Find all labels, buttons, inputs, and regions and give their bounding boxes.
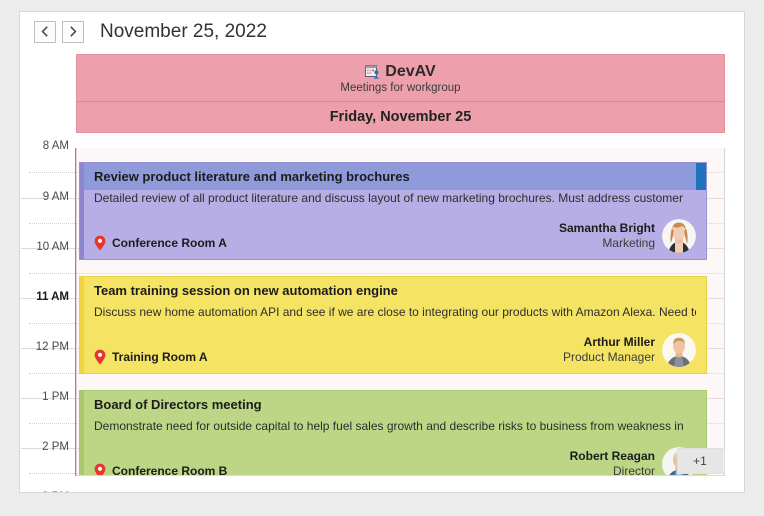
appointment-location-label: Conference Room A [112, 236, 227, 250]
avatar [662, 333, 696, 367]
time-ruler-label: 12 PM [35, 341, 69, 353]
day-column[interactable]: Review product literature and marketing … [76, 148, 725, 476]
appointment-block[interactable]: Team training session on new automation … [79, 276, 707, 374]
time-ruler-label: 8 AM [42, 140, 69, 152]
location-pin-icon [94, 349, 106, 365]
appointment-person-name: Arthur Miller [583, 335, 655, 349]
appointment-person-role: Director [612, 464, 655, 476]
appointment-location-label: Training Room A [112, 350, 208, 364]
appointment-resize-handle[interactable] [696, 163, 706, 190]
next-day-button[interactable] [62, 20, 84, 43]
appointment-location-label: Conference Room B [112, 464, 228, 476]
calendar-people-icon [365, 64, 380, 79]
appointment-person: Samantha Bright Marketing [559, 219, 696, 253]
appointment-person-text: Robert Reagan Director [569, 449, 655, 476]
appointment-person-role: Marketing [602, 236, 655, 250]
avatar [662, 219, 696, 253]
appointment-title: Team training session on new automation … [94, 283, 398, 298]
group-title: DevAV [385, 62, 436, 80]
appointment-person-name: Robert Reagan [569, 449, 655, 463]
appointment-body: Board of Directors meeting Demonstrate n… [84, 391, 706, 476]
time-ruler-label: 10 AM [36, 241, 69, 253]
appointment-block[interactable]: Review product literature and marketing … [79, 162, 707, 260]
appointment-body: Review product literature and marketing … [84, 163, 706, 259]
group-subtitle: Meetings for workgroup [340, 81, 461, 94]
appointment-location: Training Room A [94, 349, 208, 367]
appointment-footer: Conference Room B Robert Reagan Director [94, 447, 696, 476]
appointment-title: Board of Directors meeting [94, 397, 262, 412]
appointment-footer: Conference Room A Samantha Bright Market… [94, 219, 696, 253]
appointment-location: Conference Room A [94, 235, 227, 253]
appointment-person: Arthur Miller Product Manager [563, 333, 696, 367]
scheduler-header: DevAV Meetings for workgroup Friday, Nov… [76, 54, 725, 146]
appointment-description: Detailed review of all product literatur… [94, 191, 683, 205]
time-ruler-label: 11 AM [36, 291, 69, 303]
scheduler-view: November 25, 2022 DevAV Meetings for wor [19, 11, 745, 493]
resource-group-header: DevAV Meetings for workgroup [76, 54, 725, 101]
time-ruler: 8 AM 9 AM 10 AM 11 AM 12 PM 1 PM 2 PM 3 … [21, 140, 76, 492]
appointment-person-text: Arthur Miller Product Manager [563, 335, 655, 365]
previous-day-button[interactable] [34, 20, 56, 43]
appointment-footer: Training Room A Arthur Miller Product Ma… [94, 333, 696, 367]
group-title-row: DevAV [365, 62, 436, 81]
appointment-description: Demonstrate need for outside capital to … [94, 419, 684, 433]
appointment-person-name: Samantha Bright [558, 221, 655, 235]
appointment-body: Team training session on new automation … [84, 277, 706, 373]
appointment-location: Conference Room B [94, 463, 228, 476]
location-pin-icon [94, 463, 106, 475]
chevron-right-icon [70, 26, 77, 37]
location-pin-icon [94, 235, 106, 251]
scheduler-toolbar: November 25, 2022 [20, 12, 744, 51]
time-ruler-label: 2 PM [42, 441, 69, 453]
current-date-label: November 25, 2022 [100, 20, 267, 42]
time-ruler-row: 2 PM [21, 441, 75, 492]
chevron-left-icon [41, 26, 48, 37]
appointment-block[interactable]: Board of Directors meeting Demonstrate n… [79, 390, 707, 476]
appointment-description: Discuss new home automation API and see … [94, 305, 696, 319]
time-ruler-label: 1 PM [42, 391, 69, 403]
day-header-label: Friday, November 25 [76, 101, 725, 133]
time-ruler-label: 9 AM [42, 191, 69, 203]
appointment-person-role: Product Manager [562, 350, 655, 364]
more-appointments-badge[interactable]: +1 [677, 448, 723, 474]
appointment-person-text: Samantha Bright Marketing [559, 221, 655, 251]
appointment-title: Review product literature and marketing … [94, 169, 410, 184]
time-ruler-label: 3 PM [42, 491, 69, 492]
